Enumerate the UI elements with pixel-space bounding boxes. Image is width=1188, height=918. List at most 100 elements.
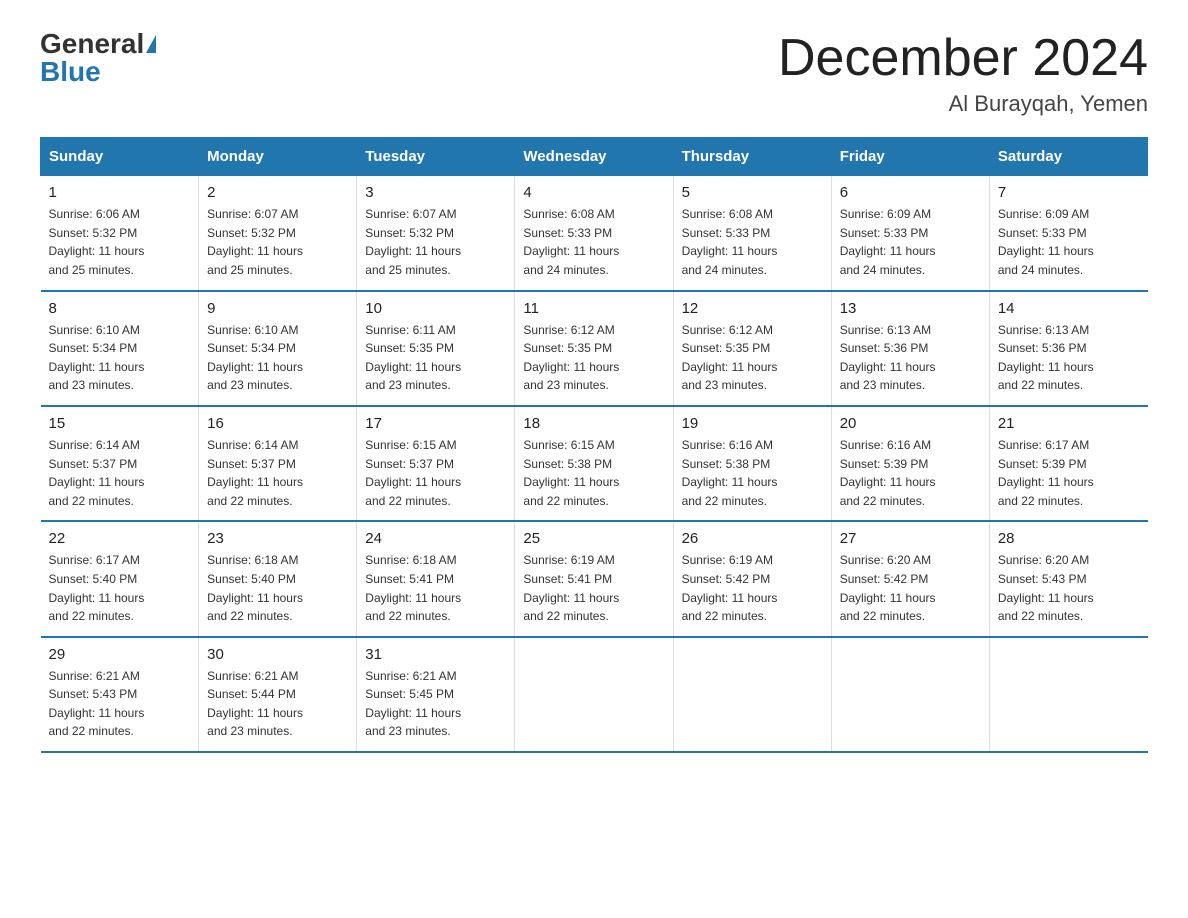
header-row: SundayMondayTuesdayWednesdayThursdayFrid…	[41, 138, 1148, 176]
header-day-friday: Friday	[831, 138, 989, 176]
day-info: Sunrise: 6:18 AM Sunset: 5:41 PM Dayligh…	[365, 551, 506, 625]
day-info: Sunrise: 6:09 AM Sunset: 5:33 PM Dayligh…	[840, 205, 981, 279]
day-number: 12	[682, 300, 823, 317]
calendar-cell: 12 Sunrise: 6:12 AM Sunset: 5:35 PM Dayli…	[673, 291, 831, 406]
day-info: Sunrise: 6:21 AM Sunset: 5:43 PM Dayligh…	[49, 667, 191, 741]
day-number: 7	[998, 184, 1140, 201]
calendar-cell: 2 Sunrise: 6:07 AM Sunset: 5:32 PM Daylig…	[199, 176, 357, 291]
day-info: Sunrise: 6:16 AM Sunset: 5:38 PM Dayligh…	[682, 436, 823, 510]
day-info: Sunrise: 6:21 AM Sunset: 5:45 PM Dayligh…	[365, 667, 506, 741]
day-info: Sunrise: 6:20 AM Sunset: 5:43 PM Dayligh…	[998, 551, 1140, 625]
location-subtitle: Al Burayqah, Yemen	[778, 91, 1148, 117]
logo: General Blue	[40, 30, 156, 86]
day-info: Sunrise: 6:20 AM Sunset: 5:42 PM Dayligh…	[840, 551, 981, 625]
calendar-cell	[515, 637, 673, 752]
header-day-thursday: Thursday	[673, 138, 831, 176]
calendar-cell: 14Sunrise: 6:13 AM Sunset: 5:36 PM Dayli…	[989, 291, 1147, 406]
day-info: Sunrise: 6:07 AM Sunset: 5:32 PM Dayligh…	[365, 205, 506, 279]
calendar-cell: 23 Sunrise: 6:18 AM Sunset: 5:40 PM Dayli…	[199, 521, 357, 636]
calendar-cell: 15Sunrise: 6:14 AM Sunset: 5:37 PM Dayli…	[41, 406, 199, 521]
day-number: 26	[682, 530, 823, 547]
calendar-table: SundayMondayTuesdayWednesdayThursdayFrid…	[40, 137, 1148, 753]
day-number: 1	[49, 184, 191, 201]
day-number: 28	[998, 530, 1140, 547]
day-number: 23	[207, 530, 348, 547]
day-info: Sunrise: 6:10 AM Sunset: 5:34 PM Dayligh…	[207, 321, 348, 395]
day-info: Sunrise: 6:08 AM Sunset: 5:33 PM Dayligh…	[523, 205, 664, 279]
calendar-cell: 19 Sunrise: 6:16 AM Sunset: 5:38 PM Dayli…	[673, 406, 831, 521]
header-day-monday: Monday	[199, 138, 357, 176]
calendar-cell: 31Sunrise: 6:21 AM Sunset: 5:45 PM Dayli…	[357, 637, 515, 752]
day-info: Sunrise: 6:10 AM Sunset: 5:34 PM Dayligh…	[49, 321, 191, 395]
day-number: 21	[998, 415, 1140, 432]
week-row-5: 29 Sunrise: 6:21 AM Sunset: 5:43 PM Dayli…	[41, 637, 1148, 752]
day-info: Sunrise: 6:08 AM Sunset: 5:33 PM Dayligh…	[682, 205, 823, 279]
calendar-cell: 30Sunrise: 6:21 AM Sunset: 5:44 PM Dayli…	[199, 637, 357, 752]
day-info: Sunrise: 6:09 AM Sunset: 5:33 PM Dayligh…	[998, 205, 1140, 279]
calendar-cell	[989, 637, 1147, 752]
day-number: 2	[207, 184, 348, 201]
page-header: General Blue December 2024 Al Burayqah, …	[40, 30, 1148, 117]
calendar-body: 1 Sunrise: 6:06 AM Sunset: 5:32 PM Daylig…	[41, 176, 1148, 752]
calendar-cell: 1 Sunrise: 6:06 AM Sunset: 5:32 PM Daylig…	[41, 176, 199, 291]
calendar-cell: 5 Sunrise: 6:08 AM Sunset: 5:33 PM Daylig…	[673, 176, 831, 291]
day-number: 13	[840, 300, 981, 317]
calendar-cell: 16Sunrise: 6:14 AM Sunset: 5:37 PM Dayli…	[199, 406, 357, 521]
calendar-cell: 29 Sunrise: 6:21 AM Sunset: 5:43 PM Dayli…	[41, 637, 199, 752]
calendar-cell: 6 Sunrise: 6:09 AM Sunset: 5:33 PM Daylig…	[831, 176, 989, 291]
calendar-cell: 9 Sunrise: 6:10 AM Sunset: 5:34 PM Daylig…	[199, 291, 357, 406]
calendar-cell: 22 Sunrise: 6:17 AM Sunset: 5:40 PM Dayli…	[41, 521, 199, 636]
logo-general-text: General	[40, 30, 144, 58]
day-number: 8	[49, 300, 191, 317]
header-day-saturday: Saturday	[989, 138, 1147, 176]
day-number: 29	[49, 646, 191, 663]
calendar-cell: 8 Sunrise: 6:10 AM Sunset: 5:34 PM Daylig…	[41, 291, 199, 406]
day-info: Sunrise: 6:19 AM Sunset: 5:42 PM Dayligh…	[682, 551, 823, 625]
day-info: Sunrise: 6:15 AM Sunset: 5:38 PM Dayligh…	[523, 436, 664, 510]
logo-triangle-icon	[146, 35, 156, 53]
day-info: Sunrise: 6:06 AM Sunset: 5:32 PM Dayligh…	[49, 205, 191, 279]
day-number: 22	[49, 530, 191, 547]
day-info: Sunrise: 6:18 AM Sunset: 5:40 PM Dayligh…	[207, 551, 348, 625]
day-number: 30	[207, 646, 348, 663]
day-info: Sunrise: 6:12 AM Sunset: 5:35 PM Dayligh…	[682, 321, 823, 395]
calendar-cell: 17Sunrise: 6:15 AM Sunset: 5:37 PM Dayli…	[357, 406, 515, 521]
day-number: 6	[840, 184, 981, 201]
logo-top-row: General	[40, 30, 156, 58]
calendar-cell: 10Sunrise: 6:11 AM Sunset: 5:35 PM Dayli…	[357, 291, 515, 406]
day-number: 5	[682, 184, 823, 201]
calendar-cell	[673, 637, 831, 752]
header-day-sunday: Sunday	[41, 138, 199, 176]
month-title: December 2024	[778, 30, 1148, 87]
day-number: 25	[523, 530, 664, 547]
day-number: 9	[207, 300, 348, 317]
calendar-cell: 21 Sunrise: 6:17 AM Sunset: 5:39 PM Dayli…	[989, 406, 1147, 521]
calendar-cell: 26 Sunrise: 6:19 AM Sunset: 5:42 PM Dayli…	[673, 521, 831, 636]
day-info: Sunrise: 6:17 AM Sunset: 5:40 PM Dayligh…	[49, 551, 191, 625]
day-info: Sunrise: 6:13 AM Sunset: 5:36 PM Dayligh…	[840, 321, 981, 395]
day-info: Sunrise: 6:16 AM Sunset: 5:39 PM Dayligh…	[840, 436, 981, 510]
calendar-cell: 20 Sunrise: 6:16 AM Sunset: 5:39 PM Dayli…	[831, 406, 989, 521]
day-number: 19	[682, 415, 823, 432]
week-row-3: 15Sunrise: 6:14 AM Sunset: 5:37 PM Dayli…	[41, 406, 1148, 521]
day-number: 20	[840, 415, 981, 432]
header-day-tuesday: Tuesday	[357, 138, 515, 176]
day-info: Sunrise: 6:17 AM Sunset: 5:39 PM Dayligh…	[998, 436, 1140, 510]
calendar-cell: 7 Sunrise: 6:09 AM Sunset: 5:33 PM Daylig…	[989, 176, 1147, 291]
day-info: Sunrise: 6:12 AM Sunset: 5:35 PM Dayligh…	[523, 321, 664, 395]
day-number: 15	[49, 415, 191, 432]
calendar-cell: 25Sunrise: 6:19 AM Sunset: 5:41 PM Dayli…	[515, 521, 673, 636]
calendar-cell: 27 Sunrise: 6:20 AM Sunset: 5:42 PM Dayli…	[831, 521, 989, 636]
logo-bottom-row: Blue	[40, 58, 101, 86]
calendar-cell: 11 Sunrise: 6:12 AM Sunset: 5:35 PM Dayli…	[515, 291, 673, 406]
day-number: 27	[840, 530, 981, 547]
day-number: 10	[365, 300, 506, 317]
week-row-2: 8 Sunrise: 6:10 AM Sunset: 5:34 PM Daylig…	[41, 291, 1148, 406]
day-number: 11	[523, 300, 664, 317]
calendar-cell: 28 Sunrise: 6:20 AM Sunset: 5:43 PM Dayli…	[989, 521, 1147, 636]
day-info: Sunrise: 6:07 AM Sunset: 5:32 PM Dayligh…	[207, 205, 348, 279]
calendar-cell: 3Sunrise: 6:07 AM Sunset: 5:32 PM Daylig…	[357, 176, 515, 291]
calendar-cell: 4Sunrise: 6:08 AM Sunset: 5:33 PM Daylig…	[515, 176, 673, 291]
calendar-cell	[831, 637, 989, 752]
week-row-1: 1 Sunrise: 6:06 AM Sunset: 5:32 PM Daylig…	[41, 176, 1148, 291]
